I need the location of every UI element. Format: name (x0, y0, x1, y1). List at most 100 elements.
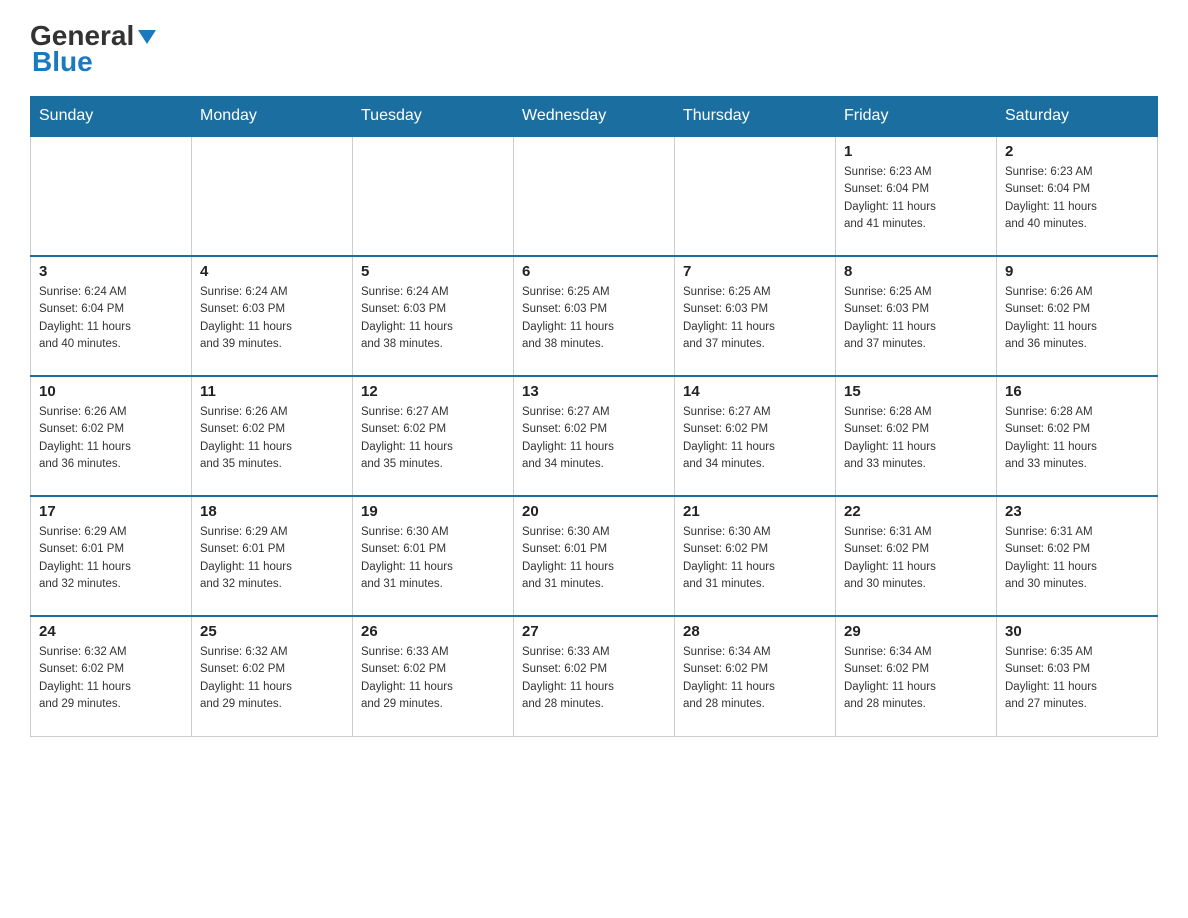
calendar-cell: 8Sunrise: 6:25 AM Sunset: 6:03 PM Daylig… (836, 256, 997, 376)
day-number: 15 (844, 383, 988, 400)
day-number: 25 (200, 623, 344, 640)
calendar-cell: 22 Sunrise: 6:31 AM Sunset: 6:02 PM Dayli… (836, 496, 997, 616)
day-info: Sunrise: 6:25 AM Sunset: 6:03 PM Dayligh… (683, 284, 827, 353)
weekday-header-sunday: Sunday (31, 97, 192, 137)
weekday-header-monday: Monday (192, 97, 353, 137)
day-info: Sunrise: 6:33 AM Sunset: 6:02 PM Dayligh… (361, 644, 505, 713)
calendar-week-row: 24 Sunrise: 6:32 AM Sunset: 6:02 PM Dayli… (31, 616, 1158, 736)
calendar-cell: 1 Sunrise: 6:23 AM Sunset: 6:04 PM Daylig… (836, 136, 997, 256)
day-info: Sunrise: 6:34 AM Sunset: 6:02 PM Dayligh… (683, 644, 827, 713)
day-number: 23 (1005, 503, 1149, 520)
calendar-cell: 6 Sunrise: 6:25 AM Sunset: 6:03 PM Daylig… (514, 256, 675, 376)
day-info: Sunrise: 6:26 AM Sunset: 6:02 PM Dayligh… (39, 404, 183, 473)
calendar-cell: 19 Sunrise: 6:30 AM Sunset: 6:01 PM Dayli… (353, 496, 514, 616)
day-info: Sunrise: 6:24 AM Sunset: 6:04 PM Dayligh… (39, 284, 183, 353)
day-info: Sunrise: 6:27 AM Sunset: 6:02 PM Dayligh… (361, 404, 505, 473)
day-info: Sunrise: 6:28 AM Sunset: 6:02 PM Dayligh… (844, 404, 988, 473)
calendar-cell: 16 Sunrise: 6:28 AM Sunset: 6:02 PM Dayli… (997, 376, 1158, 496)
calendar-cell: 24 Sunrise: 6:32 AM Sunset: 6:02 PM Dayli… (31, 616, 192, 736)
day-info: Sunrise: 6:27 AM Sunset: 6:02 PM Dayligh… (522, 404, 666, 473)
day-number: 28 (683, 623, 827, 640)
calendar-week-row: 1 Sunrise: 6:23 AM Sunset: 6:04 PM Daylig… (31, 136, 1158, 256)
day-number: 22 (844, 503, 988, 520)
day-info: Sunrise: 6:33 AM Sunset: 6:02 PM Dayligh… (522, 644, 666, 713)
day-number: 2 (1005, 143, 1149, 160)
calendar-cell: 10Sunrise: 6:26 AM Sunset: 6:02 PM Dayli… (31, 376, 192, 496)
day-number: 9 (1005, 263, 1149, 280)
day-info: Sunrise: 6:30 AM Sunset: 6:01 PM Dayligh… (361, 524, 505, 593)
day-number: 3 (39, 263, 183, 280)
calendar-cell (31, 136, 192, 256)
day-number: 13 (522, 383, 666, 400)
calendar-week-row: 17 Sunrise: 6:29 AM Sunset: 6:01 PM Dayli… (31, 496, 1158, 616)
day-number: 20 (522, 503, 666, 520)
calendar-cell: 29 Sunrise: 6:34 AM Sunset: 6:02 PM Dayli… (836, 616, 997, 736)
calendar-cell: 17 Sunrise: 6:29 AM Sunset: 6:01 PM Dayli… (31, 496, 192, 616)
logo: General Blue (30, 20, 158, 78)
calendar-cell: 21Sunrise: 6:30 AM Sunset: 6:02 PM Dayli… (675, 496, 836, 616)
calendar-cell: 2 Sunrise: 6:23 AM Sunset: 6:04 PM Daylig… (997, 136, 1158, 256)
day-number: 4 (200, 263, 344, 280)
calendar-cell: 26 Sunrise: 6:33 AM Sunset: 6:02 PM Dayli… (353, 616, 514, 736)
weekday-header-friday: Friday (836, 97, 997, 137)
day-info: Sunrise: 6:25 AM Sunset: 6:03 PM Dayligh… (844, 284, 988, 353)
day-info: Sunrise: 6:24 AM Sunset: 6:03 PM Dayligh… (200, 284, 344, 353)
calendar-cell: 30 Sunrise: 6:35 AM Sunset: 6:03 PM Dayli… (997, 616, 1158, 736)
day-info: Sunrise: 6:29 AM Sunset: 6:01 PM Dayligh… (39, 524, 183, 593)
calendar-cell: 12 Sunrise: 6:27 AM Sunset: 6:02 PM Dayli… (353, 376, 514, 496)
calendar-week-row: 3 Sunrise: 6:24 AM Sunset: 6:04 PM Daylig… (31, 256, 1158, 376)
day-info: Sunrise: 6:32 AM Sunset: 6:02 PM Dayligh… (39, 644, 183, 713)
weekday-header-row: SundayMondayTuesdayWednesdayThursdayFrid… (31, 97, 1158, 137)
day-number: 6 (522, 263, 666, 280)
calendar-cell: 23 Sunrise: 6:31 AM Sunset: 6:02 PM Dayli… (997, 496, 1158, 616)
day-number: 29 (844, 623, 988, 640)
day-number: 19 (361, 503, 505, 520)
day-number: 21 (683, 503, 827, 520)
day-number: 17 (39, 503, 183, 520)
calendar-cell: 7 Sunrise: 6:25 AM Sunset: 6:03 PM Daylig… (675, 256, 836, 376)
day-info: Sunrise: 6:28 AM Sunset: 6:02 PM Dayligh… (1005, 404, 1149, 473)
calendar-cell: 4 Sunrise: 6:24 AM Sunset: 6:03 PM Daylig… (192, 256, 353, 376)
weekday-header-thursday: Thursday (675, 97, 836, 137)
day-info: Sunrise: 6:29 AM Sunset: 6:01 PM Dayligh… (200, 524, 344, 593)
day-info: Sunrise: 6:31 AM Sunset: 6:02 PM Dayligh… (844, 524, 988, 593)
weekday-header-saturday: Saturday (997, 97, 1158, 137)
day-info: Sunrise: 6:23 AM Sunset: 6:04 PM Dayligh… (1005, 164, 1149, 233)
calendar-cell: 18 Sunrise: 6:29 AM Sunset: 6:01 PM Dayli… (192, 496, 353, 616)
logo-triangle-icon (136, 26, 158, 48)
day-number: 16 (1005, 383, 1149, 400)
day-info: Sunrise: 6:32 AM Sunset: 6:02 PM Dayligh… (200, 644, 344, 713)
calendar-cell: 3 Sunrise: 6:24 AM Sunset: 6:04 PM Daylig… (31, 256, 192, 376)
calendar-cell: 15 Sunrise: 6:28 AM Sunset: 6:02 PM Dayli… (836, 376, 997, 496)
calendar-cell: 20Sunrise: 6:30 AM Sunset: 6:01 PM Dayli… (514, 496, 675, 616)
calendar-cell (353, 136, 514, 256)
day-number: 27 (522, 623, 666, 640)
calendar-cell: 5Sunrise: 6:24 AM Sunset: 6:03 PM Daylig… (353, 256, 514, 376)
day-number: 12 (361, 383, 505, 400)
day-info: Sunrise: 6:25 AM Sunset: 6:03 PM Dayligh… (522, 284, 666, 353)
day-number: 1 (844, 143, 988, 160)
calendar-cell: 11Sunrise: 6:26 AM Sunset: 6:02 PM Dayli… (192, 376, 353, 496)
calendar-table: SundayMondayTuesdayWednesdayThursdayFrid… (30, 96, 1158, 737)
day-info: Sunrise: 6:27 AM Sunset: 6:02 PM Dayligh… (683, 404, 827, 473)
day-number: 30 (1005, 623, 1149, 640)
day-number: 18 (200, 503, 344, 520)
day-info: Sunrise: 6:35 AM Sunset: 6:03 PM Dayligh… (1005, 644, 1149, 713)
day-info: Sunrise: 6:24 AM Sunset: 6:03 PM Dayligh… (361, 284, 505, 353)
calendar-week-row: 10Sunrise: 6:26 AM Sunset: 6:02 PM Dayli… (31, 376, 1158, 496)
day-number: 7 (683, 263, 827, 280)
day-number: 26 (361, 623, 505, 640)
day-number: 24 (39, 623, 183, 640)
calendar-cell: 27 Sunrise: 6:33 AM Sunset: 6:02 PM Dayli… (514, 616, 675, 736)
calendar-cell (675, 136, 836, 256)
calendar-cell (514, 136, 675, 256)
calendar-cell: 14Sunrise: 6:27 AM Sunset: 6:02 PM Dayli… (675, 376, 836, 496)
day-info: Sunrise: 6:34 AM Sunset: 6:02 PM Dayligh… (844, 644, 988, 713)
day-number: 11 (200, 383, 344, 400)
calendar-cell (192, 136, 353, 256)
weekday-header-tuesday: Tuesday (353, 97, 514, 137)
calendar-cell: 9Sunrise: 6:26 AM Sunset: 6:02 PM Daylig… (997, 256, 1158, 376)
weekday-header-wednesday: Wednesday (514, 97, 675, 137)
day-info: Sunrise: 6:23 AM Sunset: 6:04 PM Dayligh… (844, 164, 988, 233)
day-info: Sunrise: 6:31 AM Sunset: 6:02 PM Dayligh… (1005, 524, 1149, 593)
